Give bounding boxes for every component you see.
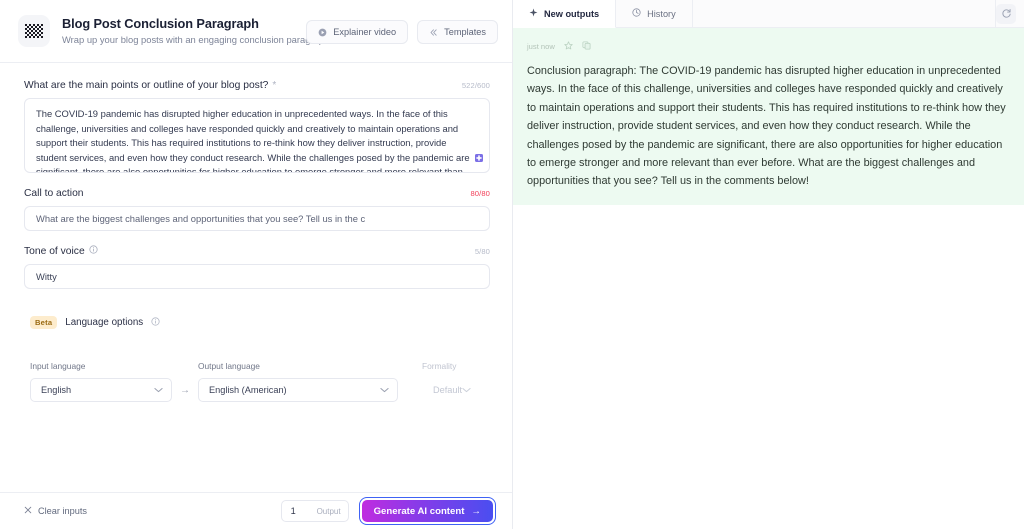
info-icon[interactable] [151,313,160,331]
header-actions: Explainer video Templates [306,20,498,44]
formality-label: Formality [422,361,457,371]
chevron-down-icon [462,385,471,395]
language-selectors-row: Input language English → Output language… [24,345,490,402]
input-form: What are the main points or outline of y… [0,63,512,492]
tab-history[interactable]: History [616,0,693,27]
input-language-group: Input language English [30,361,172,402]
tab-new-outputs[interactable]: New outputs [513,0,617,28]
close-icon [24,506,32,516]
language-direction-arrow: → [180,384,190,396]
output-count-stepper[interactable]: 1 Output [280,500,349,522]
beta-badge: Beta [30,315,58,329]
tone-of-voice-label: Tone of voice [24,245,98,258]
chevron-down-icon [154,385,163,395]
field-call-to-action: Call to action 80/80 What are the bigges… [24,187,490,231]
input-language-value: English [41,385,72,395]
clock-icon [632,8,641,19]
call-to-action-label: Call to action [24,188,84,199]
output-language-select[interactable]: English (American) [198,378,398,402]
output-panel: New outputs History just now Conclusion … [513,0,1024,529]
input-language-label: Input language [30,361,86,371]
tab-history-label: History [647,8,676,19]
star-icon[interactable] [564,37,573,55]
call-to-action-counter: 80/80 [470,189,490,198]
generate-button-focus-ring: Generate AI content → [358,497,496,525]
app-root: Blog Post Conclusion Paragraph Wrap up y… [0,0,1024,529]
formality-value: Default [433,385,463,395]
clear-inputs-button[interactable]: Clear inputs [24,506,87,516]
language-options-title: Language options [65,316,144,328]
explainer-video-button[interactable]: Explainer video [306,20,409,44]
sparkle-icon [529,8,538,19]
templates-button[interactable]: Templates [417,20,498,44]
refresh-icon[interactable] [996,3,1016,24]
main-points-value: The COVID-19 pandemic has disrupted high… [36,108,470,173]
input-language-select[interactable]: English [30,378,172,402]
call-to-action-input[interactable]: What are the biggest challenges and oppo… [24,206,490,231]
copy-icon[interactable] [582,37,591,55]
output-language-group: Output language English (American) [198,361,398,402]
chevrons-left-icon [429,28,438,37]
output-count-label: Output [316,506,341,516]
play-circle-icon [318,28,327,37]
resize-grip-icon[interactable] [475,152,483,167]
tabbar-spacer [693,0,996,27]
language-options-header: Beta Language options [24,313,490,331]
action-bar: Clear inputs 1 Output Generate AI conten… [0,492,512,529]
output-language-label: Output language [198,361,260,371]
clear-inputs-label: Clear inputs [38,506,88,516]
tone-of-voice-input[interactable]: Witty [24,264,490,289]
explainer-video-label: Explainer video [333,27,397,37]
output-card: just now Conclusion paragraph: The COVID… [513,28,1024,205]
generate-ai-content-button[interactable]: Generate AI content → [361,500,493,522]
checkerboard-icon [18,15,50,47]
output-tabs: New outputs History [513,0,1024,28]
main-points-counter: 522/600 [461,81,490,90]
field-main-points: What are the main points or outline of y… [24,79,490,173]
language-options-section: Beta Language options Input language Eng… [24,313,490,402]
arrow-right-icon: → [471,505,481,517]
formality-group: Formality Default [398,345,490,402]
output-language-value: English (American) [209,385,287,395]
generate-controls: 1 Output Generate AI content → [280,497,496,525]
formality-select: Default [422,378,471,402]
call-to-action-value: What are the biggest challenges and oppo… [36,213,366,224]
field-tone-of-voice: Tone of voice 5/80 Witty [24,245,490,289]
output-timestamp: just now [527,41,555,51]
main-points-label: What are the main points or outline of y… [24,80,277,91]
output-count-value: 1 [290,506,296,516]
chevron-down-icon [380,385,389,395]
input-panel: Blog Post Conclusion Paragraph Wrap up y… [0,0,513,529]
output-card-meta: just now [527,37,1010,55]
tone-of-voice-value: Witty [36,271,57,282]
main-points-input[interactable]: The COVID-19 pandemic has disrupted high… [24,98,490,173]
info-icon[interactable] [89,245,98,258]
required-marker: * [272,80,277,91]
generate-label: Generate AI content [373,505,465,517]
tab-new-outputs-label: New outputs [544,8,600,19]
output-text: Conclusion paragraph: The COVID-19 pande… [527,65,1006,188]
templates-label: Templates [444,27,486,37]
tone-of-voice-counter: 5/80 [474,247,490,256]
